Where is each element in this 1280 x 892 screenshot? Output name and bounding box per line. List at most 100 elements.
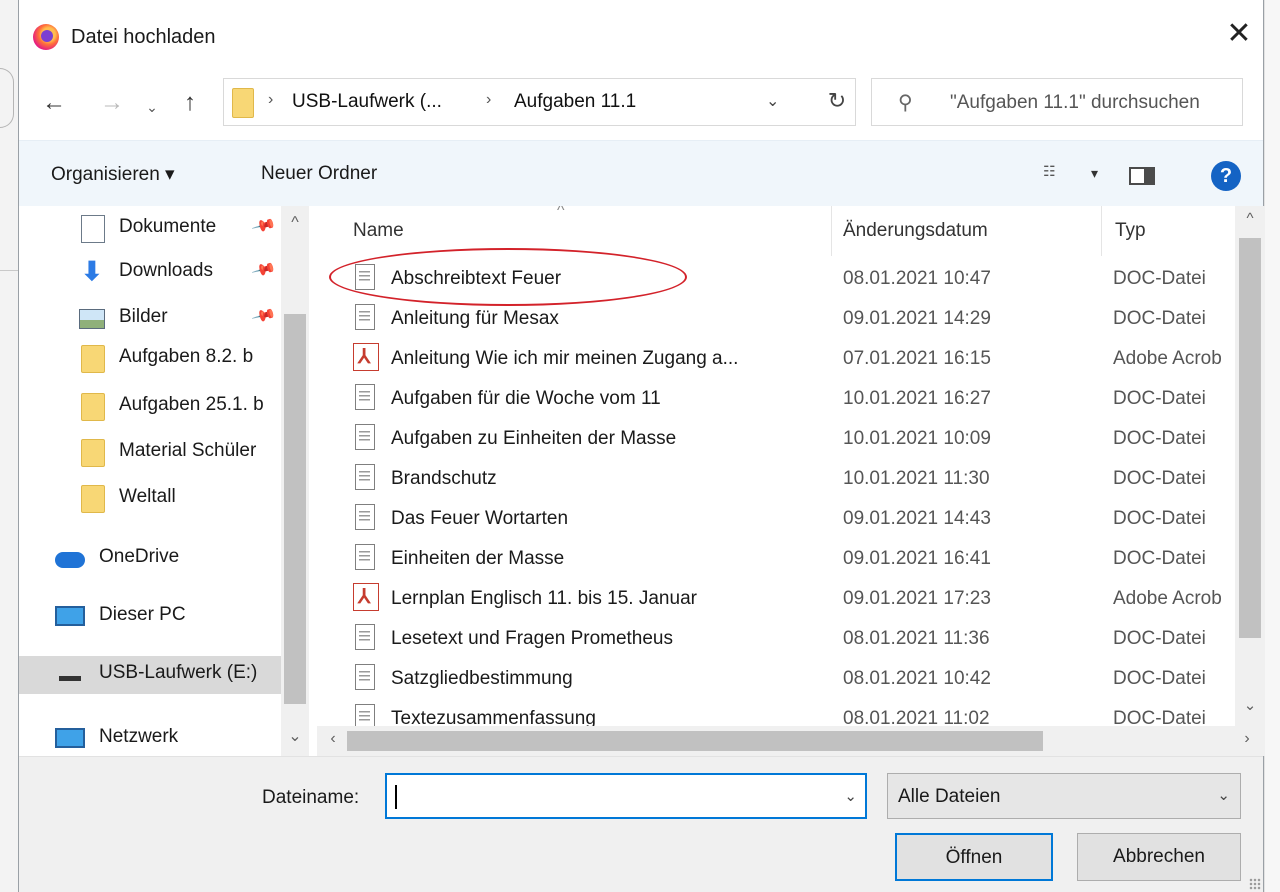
file-modified-date: 09.01.2021 14:43 xyxy=(843,508,991,529)
file-row[interactable]: Das Feuer Wortarten 09.01.2021 14:43 DOC-D… xyxy=(317,498,1235,538)
view-options-icon[interactable]: ☷ xyxy=(1043,163,1069,185)
file-modified-date: 09.01.2021 16:41 xyxy=(843,548,991,569)
navigation-pane-scrollbar[interactable]: ^ ⌄ xyxy=(281,206,309,756)
monitor-icon xyxy=(55,606,85,626)
refresh-icon[interactable]: ↻ xyxy=(822,88,852,114)
sidebar-item-usb-drive[interactable]: USB-Laufwerk (E:) xyxy=(19,656,309,694)
close-icon[interactable]: ✕ xyxy=(1221,16,1257,52)
forward-button[interactable]: → xyxy=(95,88,129,118)
breadcrumb-usb-drive[interactable]: USB-Laufwerk (... xyxy=(292,91,442,113)
back-button[interactable]: ← xyxy=(37,88,71,118)
horizontal-scroll-thumb[interactable] xyxy=(347,731,1043,751)
filename-history-chevron-icon[interactable]: ⌄ xyxy=(844,787,857,805)
scroll-down-chevron-icon[interactable]: ⌄ xyxy=(1235,696,1265,714)
search-input[interactable]: ⚲ "Aufgaben 11.1" durchsuchen xyxy=(871,78,1243,126)
view-dropdown-chevron-icon[interactable]: ▾ xyxy=(1091,165,1098,182)
file-name: Das Feuer Wortarten xyxy=(391,508,569,529)
file-row[interactable]: Brandschutz 10.01.2021 11:30 DOC-Datei xyxy=(317,458,1235,498)
file-row[interactable]: Aufgaben für die Woche vom 11 10.01.2021 … xyxy=(317,378,1235,418)
sidebar-item-label: Downloads xyxy=(119,260,213,281)
file-name: Aufgaben für die Woche vom 11 xyxy=(391,388,661,409)
help-icon[interactable]: ? xyxy=(1211,161,1241,191)
file-list: ^ Name Änderungsdatum Typ Abschreibtext … xyxy=(317,206,1265,756)
folder-icon xyxy=(81,439,105,467)
documents-icon xyxy=(81,215,105,243)
resize-grip-icon[interactable] xyxy=(1249,878,1261,890)
filename-input[interactable]: ⌄ xyxy=(385,773,867,819)
sidebar-item-netzwerk[interactable]: Netzwerk xyxy=(19,720,309,756)
folder-icon xyxy=(81,393,105,421)
sidebar-item-folder-material-schueler[interactable]: Material Schüler xyxy=(19,434,309,472)
sidebar-item-dokumente[interactable]: Dokumente 📌 xyxy=(19,210,309,248)
file-list-vertical-scrollbar[interactable]: ^ ⌄ xyxy=(1235,206,1265,726)
column-header-date[interactable]: Änderungsdatum xyxy=(843,220,988,242)
pin-icon[interactable]: 📌 xyxy=(250,212,277,239)
sidebar-item-dieser-pc[interactable]: Dieser PC xyxy=(19,598,309,636)
file-name: Lernplan Englisch 11. bis 15. Januar xyxy=(391,588,697,609)
column-header-type[interactable]: Typ xyxy=(1115,220,1146,242)
up-button[interactable]: ↑ xyxy=(175,88,205,118)
file-row[interactable]: Aufgaben zu Einheiten der Masse 10.01.202… xyxy=(317,418,1235,458)
column-header-name[interactable]: Name xyxy=(353,220,404,242)
file-list-horizontal-scrollbar[interactable]: ‹ › xyxy=(317,726,1265,756)
document-file-icon xyxy=(355,424,375,450)
pin-icon[interactable]: 📌 xyxy=(250,256,277,283)
background-ui-fragment xyxy=(0,68,14,128)
sidebar-item-bilder[interactable]: Bilder 📌 xyxy=(19,300,309,338)
sidebar-item-label: Dokumente xyxy=(119,216,217,237)
breadcrumb-current-folder[interactable]: Aufgaben 11.1 xyxy=(514,91,636,113)
filetype-select[interactable]: Alle Dateien ⌄ xyxy=(887,773,1241,819)
scroll-left-chevron-icon[interactable]: ‹ xyxy=(319,730,347,748)
open-button[interactable]: Öffnen xyxy=(895,833,1053,881)
column-divider[interactable] xyxy=(831,206,832,256)
sidebar-item-folder-aufgaben-25-1[interactable]: Aufgaben 25.1. b xyxy=(19,388,309,426)
dialog-footer: Dateiname: ⌄ Alle Dateien ⌄ Öffnen Abbre… xyxy=(19,756,1263,892)
file-type: DOC-Datei xyxy=(1113,428,1206,449)
document-file-icon xyxy=(355,304,375,330)
background-divider xyxy=(0,270,20,271)
file-name: Anleitung für Mesax xyxy=(391,308,559,329)
navigation-bar: ← → ⌄ ↑ › USB-Laufwerk (... › Aufgaben 1… xyxy=(19,66,1263,140)
file-modified-date: 10.01.2021 16:27 xyxy=(843,388,991,409)
file-type: DOC-Datei xyxy=(1113,508,1206,529)
file-row[interactable]: Einheiten der Masse 09.01.2021 16:41 DOC-D… xyxy=(317,538,1235,578)
search-icon: ⚲ xyxy=(898,92,913,114)
filetype-chevron-icon[interactable]: ⌄ xyxy=(1217,786,1230,804)
address-bar[interactable]: › USB-Laufwerk (... › Aufgaben 11.1 ⌄ ↻ xyxy=(223,78,856,126)
sidebar-item-folder-aufgaben-8-2[interactable]: Aufgaben 8.2. b xyxy=(19,340,309,378)
cancel-button[interactable]: Abbrechen xyxy=(1077,833,1241,881)
scroll-right-chevron-icon[interactable]: › xyxy=(1233,730,1261,748)
column-divider[interactable] xyxy=(1101,206,1102,256)
file-type: DOC-Datei xyxy=(1113,388,1206,409)
scroll-down-chevron-icon[interactable]: ⌄ xyxy=(281,726,309,746)
highlight-annotation-ring xyxy=(329,248,687,306)
vertical-scroll-thumb[interactable] xyxy=(1239,238,1261,638)
recent-locations-chevron-icon[interactable]: ⌄ xyxy=(142,92,162,122)
file-row[interactable]: Anleitung Wie ich mir meinen Zugang a...… xyxy=(317,338,1235,378)
dialog-title: Datei hochladen xyxy=(71,26,216,48)
file-name: Brandschutz xyxy=(391,468,497,489)
file-type: Adobe Acrob xyxy=(1113,588,1222,609)
scroll-up-chevron-icon[interactable]: ^ xyxy=(281,214,309,232)
file-row[interactable]: Satzgliedbestimmung 08.01.2021 10:42 DOC-D… xyxy=(317,658,1235,698)
pin-icon[interactable]: 📌 xyxy=(250,302,277,329)
sidebar-item-label: Dieser PC xyxy=(99,604,186,625)
file-row[interactable]: Lernplan Englisch 11. bis 15. Januar 09.0… xyxy=(317,578,1235,618)
file-row[interactable]: Lesetext und Fragen Prometheus 08.01.2021… xyxy=(317,618,1235,658)
preview-pane-icon[interactable] xyxy=(1129,167,1155,185)
document-file-icon xyxy=(355,544,375,570)
folder-icon xyxy=(81,345,105,373)
sidebar-item-folder-weltall[interactable]: Weltall xyxy=(19,480,309,518)
sidebar-item-onedrive[interactable]: OneDrive xyxy=(19,540,309,578)
scroll-up-chevron-icon[interactable]: ^ xyxy=(1235,210,1265,227)
organize-button[interactable]: Organisieren ▾ xyxy=(51,163,175,186)
sidebar-item-downloads[interactable]: ⬇ Downloads 📌 xyxy=(19,254,309,292)
new-folder-button[interactable]: Neuer Ordner xyxy=(261,163,377,185)
cloud-icon xyxy=(55,552,85,568)
command-bar: Organisieren ▾ Neuer Ordner ☷ ▾ ? xyxy=(19,140,1263,206)
file-type: DOC-Datei xyxy=(1113,268,1206,289)
address-dropdown-chevron-icon[interactable]: ⌄ xyxy=(766,91,779,111)
navigation-pane-scroll-thumb[interactable] xyxy=(284,314,306,704)
sidebar-item-label: USB-Laufwerk (E:) xyxy=(99,662,258,683)
sidebar-item-label: Material Schüler xyxy=(119,440,257,461)
